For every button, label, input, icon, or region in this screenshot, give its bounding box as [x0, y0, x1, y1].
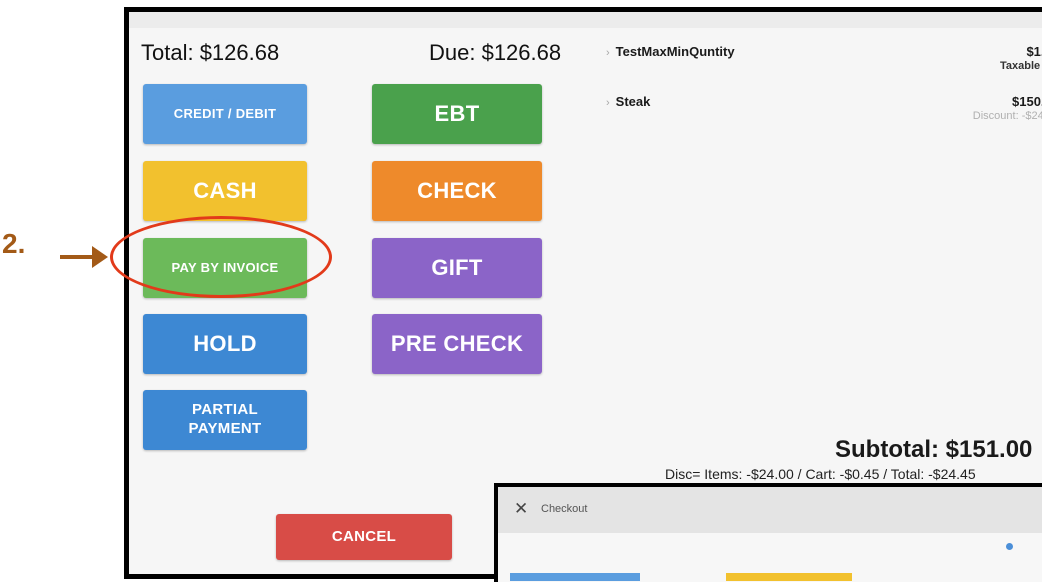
close-icon[interactable]: ✕ — [514, 499, 528, 519]
checkout-yellow-button[interactable] — [726, 573, 852, 581]
ebt-button[interactable]: EBT — [372, 84, 542, 144]
chevron-right-icon: › — [606, 97, 610, 109]
check-button[interactable]: CHECK — [372, 161, 542, 221]
hold-button[interactable]: HOLD — [143, 314, 307, 374]
checkout-blue-button[interactable] — [510, 573, 640, 581]
cart-item-discount: Discount: -$24.00 — [972, 110, 1042, 122]
checkout-title: Checkout — [541, 503, 588, 515]
gift-button[interactable]: GIFT — [372, 238, 542, 298]
pre-check-button[interactable]: PRE CHECK — [372, 314, 542, 374]
due-amount: Due: $126.68 — [429, 40, 562, 65]
indicator-dot — [1006, 543, 1013, 550]
checkout-title-bar: ✕ Checkout — [498, 487, 1042, 533]
subtotal: Subtotal: $151.00 — [835, 436, 1033, 463]
screen-top-bar — [129, 12, 1042, 28]
taxable-label: Taxable — [1000, 60, 1041, 72]
cart-item-price: $1.00 — [1026, 44, 1042, 59]
cart-item[interactable]: › Steak — [606, 94, 650, 109]
step-number-label: 2. — [2, 228, 26, 259]
cancel-button[interactable]: CANCEL — [276, 514, 452, 560]
cash-button[interactable]: CASH — [143, 161, 307, 221]
cart-item[interactable]: › TestMaxMinQuntity — [606, 44, 735, 59]
cart-item-name: Steak — [615, 94, 651, 109]
chevron-right-icon: › — [606, 47, 610, 59]
pointer-arrow-icon — [60, 246, 108, 268]
total-amount: Total: $126.68 — [141, 40, 280, 65]
partial-payment-button[interactable]: PARTIAL PAYMENT — [143, 390, 307, 450]
cart-item-price: $150.00 — [1012, 94, 1042, 109]
checkout-window: ✕ Checkout — [494, 483, 1042, 582]
highlight-circle — [110, 216, 332, 298]
discount-summary: Disc= Items: -$24.00 / Cart: -$0.45 / To… — [665, 466, 976, 482]
cart-item-name: TestMaxMinQuntity — [615, 44, 735, 59]
credit-debit-button[interactable]: CREDIT / DEBIT — [143, 84, 307, 144]
